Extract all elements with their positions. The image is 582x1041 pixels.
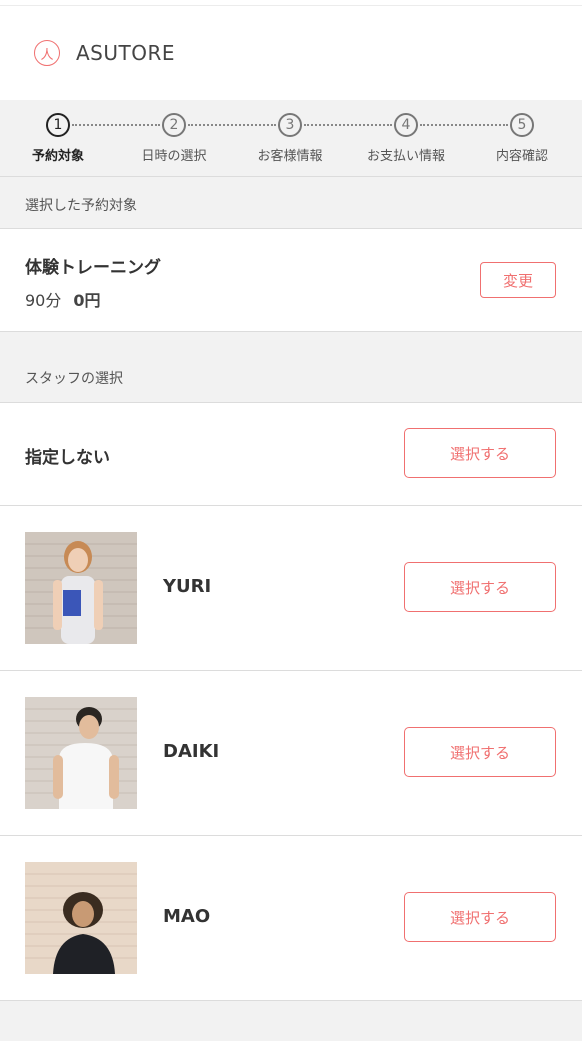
step-label: お客様情報: [257, 149, 323, 164]
asutore-logo-icon: 人: [34, 40, 60, 66]
staff-section-heading: スタッフの選択: [0, 331, 582, 403]
course-meta: 90分 0円: [25, 287, 101, 311]
step-number: 2: [162, 113, 186, 137]
staff-row-no-preference: 指定しない 選択する: [0, 403, 582, 506]
step-5: 5 内容確認: [467, 113, 577, 164]
staff-photo-mao: [25, 862, 137, 974]
course-duration: 90分: [25, 291, 62, 310]
staff-name: YURI: [163, 576, 212, 597]
staff-name: MAO: [163, 906, 211, 927]
progress-steps: 1 予約対象 2 日時の選択 3 お客様情報 4 お支払い情報 5 内容確認: [0, 100, 582, 177]
course-name: 体験トレーニング: [25, 258, 161, 278]
staff-photo-yuri: [25, 532, 137, 644]
staff-name: DAIKI: [163, 741, 220, 762]
selected-target-heading: 選択した予約対象: [0, 177, 582, 229]
no-preference-label: 指定しない: [25, 448, 110, 468]
step-number: 1: [46, 113, 70, 137]
step-3: 3 お客様情報: [235, 113, 345, 164]
select-staff-yuri-button[interactable]: 選択する: [404, 562, 556, 612]
staff-row-yuri: YURI 選択する: [0, 506, 582, 671]
step-4: 4 お支払い情報: [351, 113, 461, 164]
staff-row-daiki: DAIKI 選択する: [0, 671, 582, 836]
step-number: 4: [394, 113, 418, 137]
select-no-preference-button[interactable]: 選択する: [404, 428, 556, 478]
staff-row-mao: MAO 選択する: [0, 836, 582, 1001]
step-2: 2 日時の選択: [119, 113, 229, 164]
select-staff-daiki-button[interactable]: 選択する: [404, 727, 556, 777]
step-1: 1 予約対象: [3, 113, 113, 164]
staff-photo-daiki: [25, 697, 137, 809]
selected-course: 体験トレーニング 90分 0円 変更: [0, 229, 582, 331]
course-price: 0円: [73, 291, 101, 310]
step-label: 日時の選択: [141, 149, 207, 164]
bottom-spacer: [0, 1001, 582, 1041]
select-staff-mao-button[interactable]: 選択する: [404, 892, 556, 942]
app-header: 人 ASUTORE: [0, 6, 582, 100]
step-number: 3: [278, 113, 302, 137]
change-course-button[interactable]: 変更: [480, 262, 556, 298]
step-number: 5: [510, 113, 534, 137]
step-label: お支払い情報: [366, 149, 445, 164]
step-label: 内容確認: [495, 149, 548, 164]
step-label: 予約対象: [31, 149, 84, 164]
brand-name: ASUTORE: [76, 41, 176, 65]
